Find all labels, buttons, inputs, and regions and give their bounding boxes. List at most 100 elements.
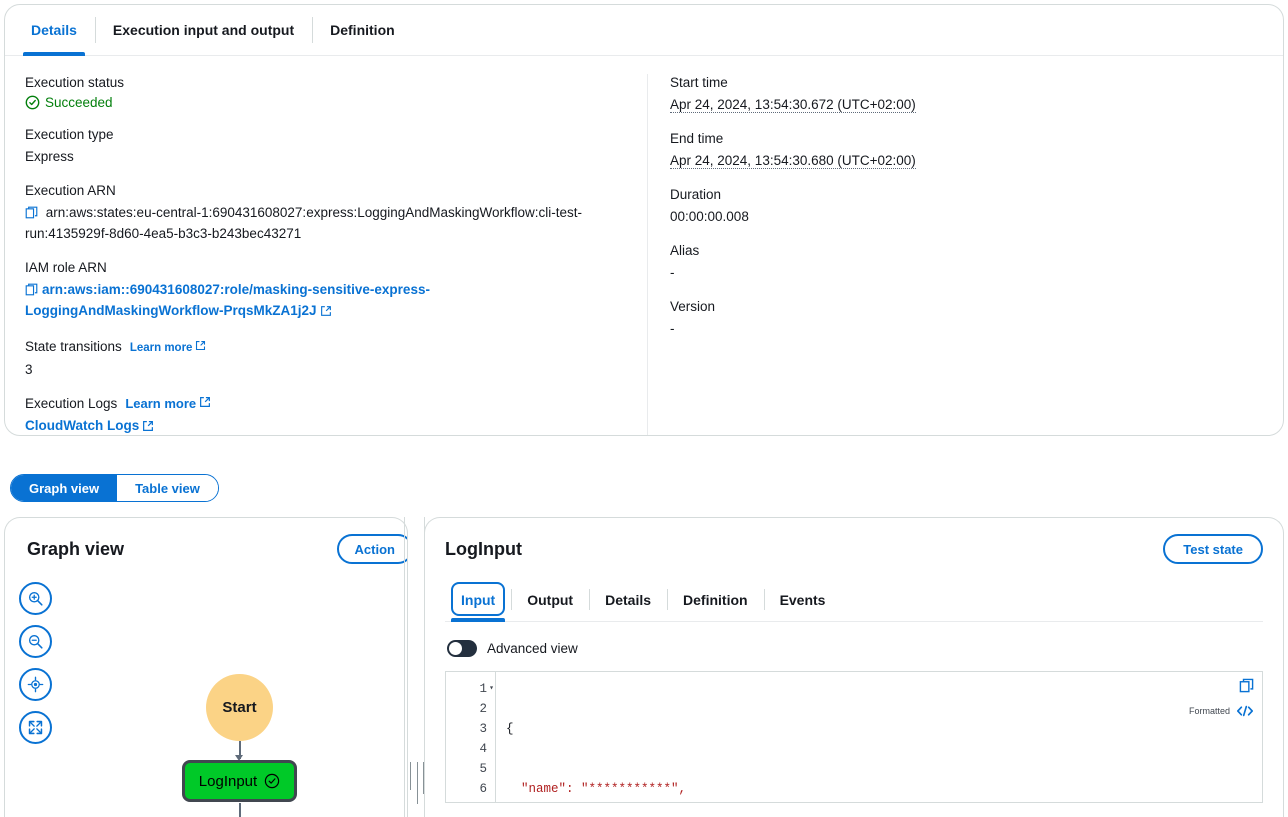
graph-panel-title: Graph view [27, 538, 125, 559]
iam-role-arn-link[interactable]: arn:aws:iam::690431608027:role/masking-s… [25, 282, 430, 318]
start-time-label: Start time [670, 75, 728, 90]
execution-logs-label: Execution Logs [25, 396, 118, 411]
tab-execution-input-and-output[interactable]: Execution input and output [94, 5, 312, 55]
field-start-time: Start time Apr 24, 2024, 13:54:30.672 (U… [670, 74, 1243, 114]
version-value: - [670, 321, 675, 336]
line-number: 3 [479, 722, 487, 736]
advanced-view-label: Advanced view [487, 641, 578, 656]
field-alias: Alias - [670, 242, 1243, 282]
copy-icon [1239, 678, 1254, 693]
field-version: Version - [670, 298, 1243, 338]
panel-resize-handle[interactable] [410, 762, 424, 804]
tab-focus-ring [451, 582, 506, 616]
graph-node-loginput[interactable]: LogInput [182, 760, 297, 802]
panel-split-rail-left [404, 517, 405, 817]
execution-arn-label: Execution ARN [25, 183, 116, 198]
tab-output-label: Output [527, 591, 574, 608]
node-success-check-icon [264, 773, 280, 789]
execution-arn-value-row: arn:aws:states:eu-central-1:690431608027… [25, 203, 627, 243]
editor-code-content[interactable]: { "name": "***********", "address": "***… [496, 672, 1262, 802]
graph-zoom-controls [19, 582, 52, 744]
field-duration: Duration 00:00:00.008 [670, 186, 1243, 226]
tab-definition-label: Definition [330, 22, 395, 38]
external-link-icon [195, 339, 206, 357]
advanced-view-toggle[interactable] [447, 640, 477, 657]
tab-events[interactable]: Events [763, 578, 842, 621]
version-label: Version [670, 299, 716, 314]
execution-tabs: Details Execution input and output Defin… [5, 5, 1283, 56]
end-time-value: Apr 24, 2024, 13:54:30.680 (UTC+02:00) [670, 153, 916, 169]
iam-role-arn-value-row: arn:aws:iam::690431608027:role/masking-s… [25, 280, 627, 322]
execution-logs-learn-more-link[interactable]: Learn more [125, 395, 211, 413]
copy-icon[interactable] [25, 282, 38, 301]
end-time-label: End time [670, 131, 724, 146]
tab-input[interactable]: Input [445, 578, 511, 622]
execution-details-body: Execution status Succeeded Execution typ… [5, 56, 1283, 435]
state-panel-title: LogInput [445, 538, 522, 559]
advanced-view-row: Advanced view [447, 640, 1263, 657]
segment-table-view[interactable]: Table view [117, 475, 218, 501]
execution-logs-learn-more-label: Learn more [125, 396, 197, 411]
cloudwatch-logs-link[interactable]: CloudWatch Logs [25, 418, 139, 433]
editor-line-numbers: 1 ▾ 2 3 4 5 6 [446, 672, 496, 802]
zoom-out-icon [28, 634, 43, 649]
view-mode-toggle: Graph view Table view [10, 474, 219, 502]
tab-state-definition[interactable]: Definition [667, 578, 764, 621]
copy-code-button[interactable] [1239, 678, 1254, 698]
execution-type-label: Execution type [25, 127, 114, 142]
field-state-transitions: State transitions Learn more 3 [25, 338, 627, 379]
state-transitions-value: 3 [25, 362, 33, 377]
state-detail-panel: LogInput Test state Input Output Details… [424, 517, 1284, 817]
fullscreen-button[interactable] [19, 711, 52, 744]
alias-label: Alias [670, 243, 700, 258]
tab-output[interactable]: Output [511, 578, 589, 621]
fullscreen-icon [28, 720, 43, 735]
segment-graph-view-label: Graph view [29, 480, 100, 496]
code-brackets-icon [1236, 705, 1254, 717]
state-transitions-label-row: State transitions Learn more [25, 338, 627, 357]
state-transitions-learn-more-link[interactable]: Learn more [130, 339, 207, 357]
tab-state-details[interactable]: Details [589, 578, 667, 621]
tab-state-details-label: Details [605, 591, 652, 608]
line-number: 4 [479, 742, 487, 756]
cloudwatch-logs-row: CloudWatch Logs [25, 416, 627, 435]
graph-panel-header: Graph view Action [5, 518, 407, 570]
tab-events-label: Events [779, 591, 826, 608]
alias-value: - [670, 265, 675, 280]
copy-icon[interactable] [25, 205, 38, 224]
test-state-button-label: Test state [1183, 541, 1243, 557]
start-time-value-row: Apr 24, 2024, 13:54:30.672 (UTC+02:00) [670, 95, 1243, 114]
segment-graph-view[interactable]: Graph view [11, 475, 118, 501]
zoom-in-button[interactable] [19, 582, 52, 615]
external-link-icon [199, 395, 211, 413]
field-execution-arn: Execution ARN arn:aws:states:eu-central-… [25, 182, 627, 243]
duration-value: 00:00:00.008 [670, 209, 749, 224]
test-state-button[interactable]: Test state [1163, 534, 1263, 564]
graph-node-loginput-label: LogInput [198, 772, 258, 790]
center-graph-button[interactable] [19, 668, 52, 701]
actions-button-label: Action [354, 541, 395, 557]
duration-label: Duration [670, 187, 722, 202]
state-panel-header: LogInput Test state [425, 518, 1283, 564]
tab-definition[interactable]: Definition [312, 5, 413, 55]
resize-handle-line [410, 762, 411, 790]
graph-node-start[interactable]: Start [206, 674, 273, 741]
actions-button[interactable]: Action [336, 534, 407, 564]
tab-details-label: Details [31, 22, 77, 38]
fold-arrow-icon[interactable]: ▾ [489, 679, 494, 699]
line-number: 5 [479, 762, 487, 776]
toggle-knob [449, 642, 462, 655]
segment-table-view-label: Table view [135, 480, 200, 496]
step-functions-execution-page: Details Execution input and output Defin… [0, 0, 1288, 817]
zoom-out-button[interactable] [19, 625, 52, 658]
field-execution-type: Execution type Express [25, 126, 627, 166]
success-check-icon [25, 95, 40, 110]
field-execution-status: Execution status Succeeded [25, 74, 627, 110]
start-time-value: Apr 24, 2024, 13:54:30.672 (UTC+02:00) [670, 97, 916, 113]
field-execution-logs: Execution Logs Learn more CloudWatch Log… [25, 395, 627, 435]
input-code-editor[interactable]: 1 ▾ 2 3 4 5 6 { "name": "***********", "… [445, 671, 1263, 803]
tab-details[interactable]: Details [13, 5, 95, 56]
line-number: 1 ▾ [446, 679, 495, 699]
formatted-toggle[interactable]: Formatted [1189, 704, 1254, 718]
details-right-column: Start time Apr 24, 2024, 13:54:30.672 (U… [647, 74, 1263, 435]
